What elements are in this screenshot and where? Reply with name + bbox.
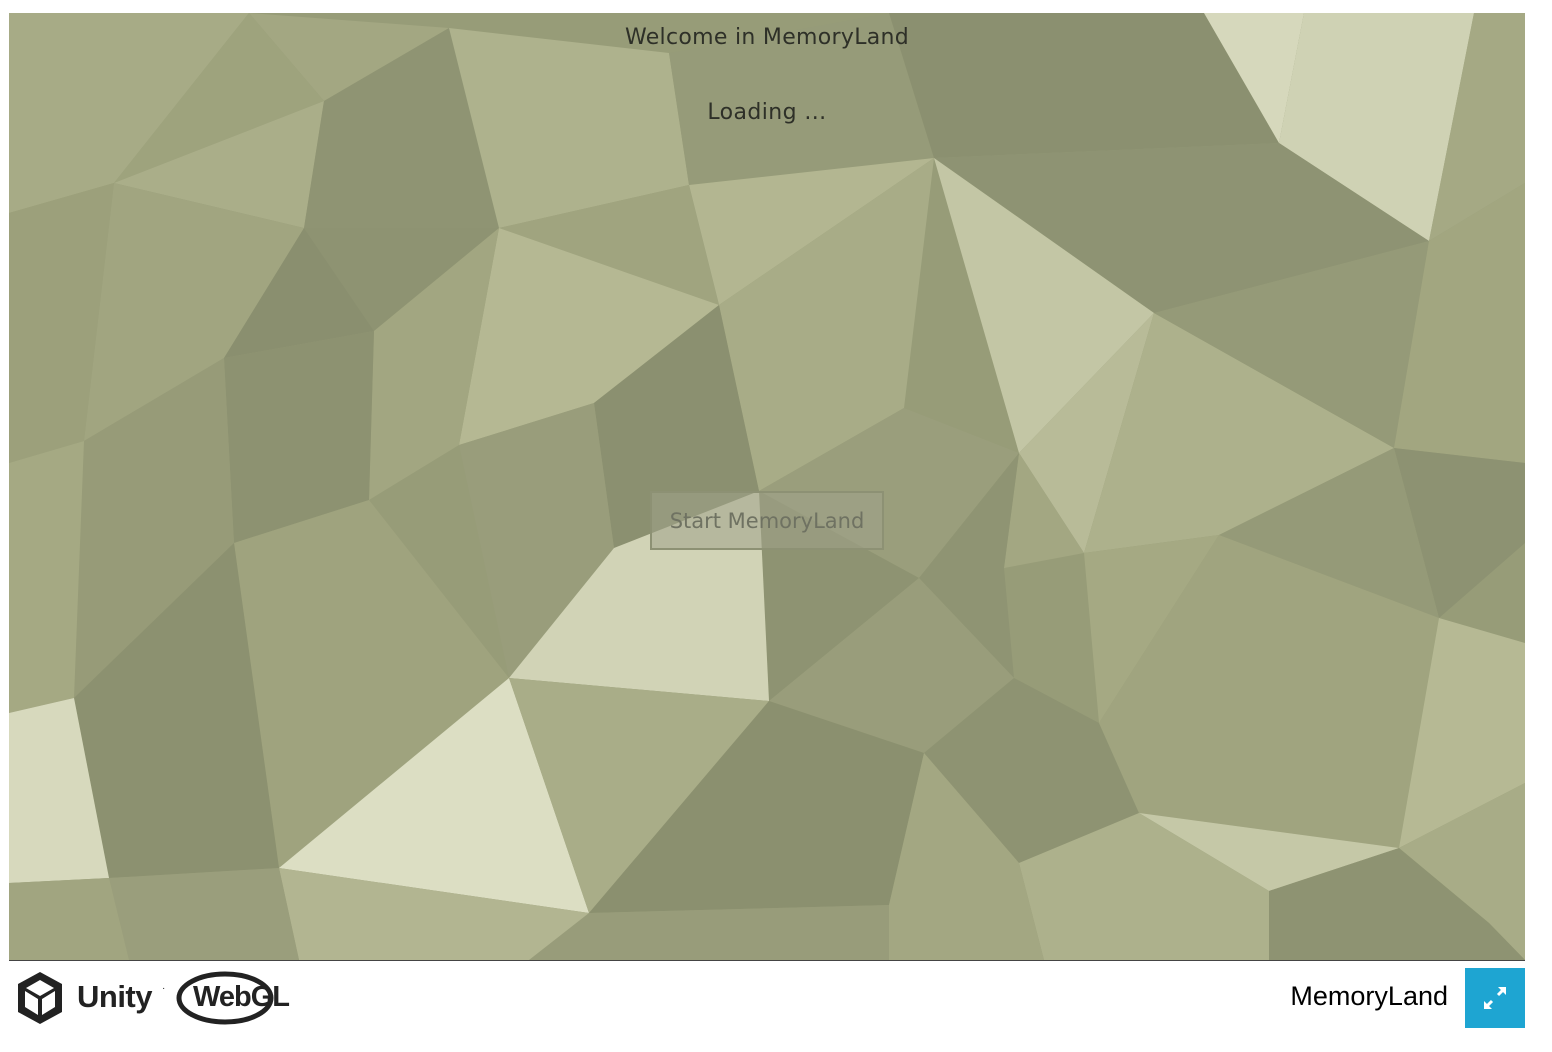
unity-label: Unity <box>77 979 153 1014</box>
welcome-text: Welcome in MemoryLand <box>624 25 910 50</box>
loading-text: Loading ... <box>707 100 827 125</box>
game-canvas[interactable]: Welcome in MemoryLand Loading ... Start … <box>9 13 1525 960</box>
start-button[interactable]: Start MemoryLand <box>650 491 884 550</box>
build-title: MemoryLand <box>1290 981 1448 1011</box>
fullscreen-icon <box>1483 986 1507 1010</box>
unity-trademark: · <box>162 983 166 994</box>
webgl-label: WebGL <box>193 981 290 1013</box>
unity-footer: Unity · WebGL MemoryLand <box>9 960 1525 1052</box>
unity-logo-icon <box>18 972 62 1024</box>
fullscreen-button[interactable] <box>1465 968 1525 1028</box>
low-poly-background <box>9 13 1525 960</box>
